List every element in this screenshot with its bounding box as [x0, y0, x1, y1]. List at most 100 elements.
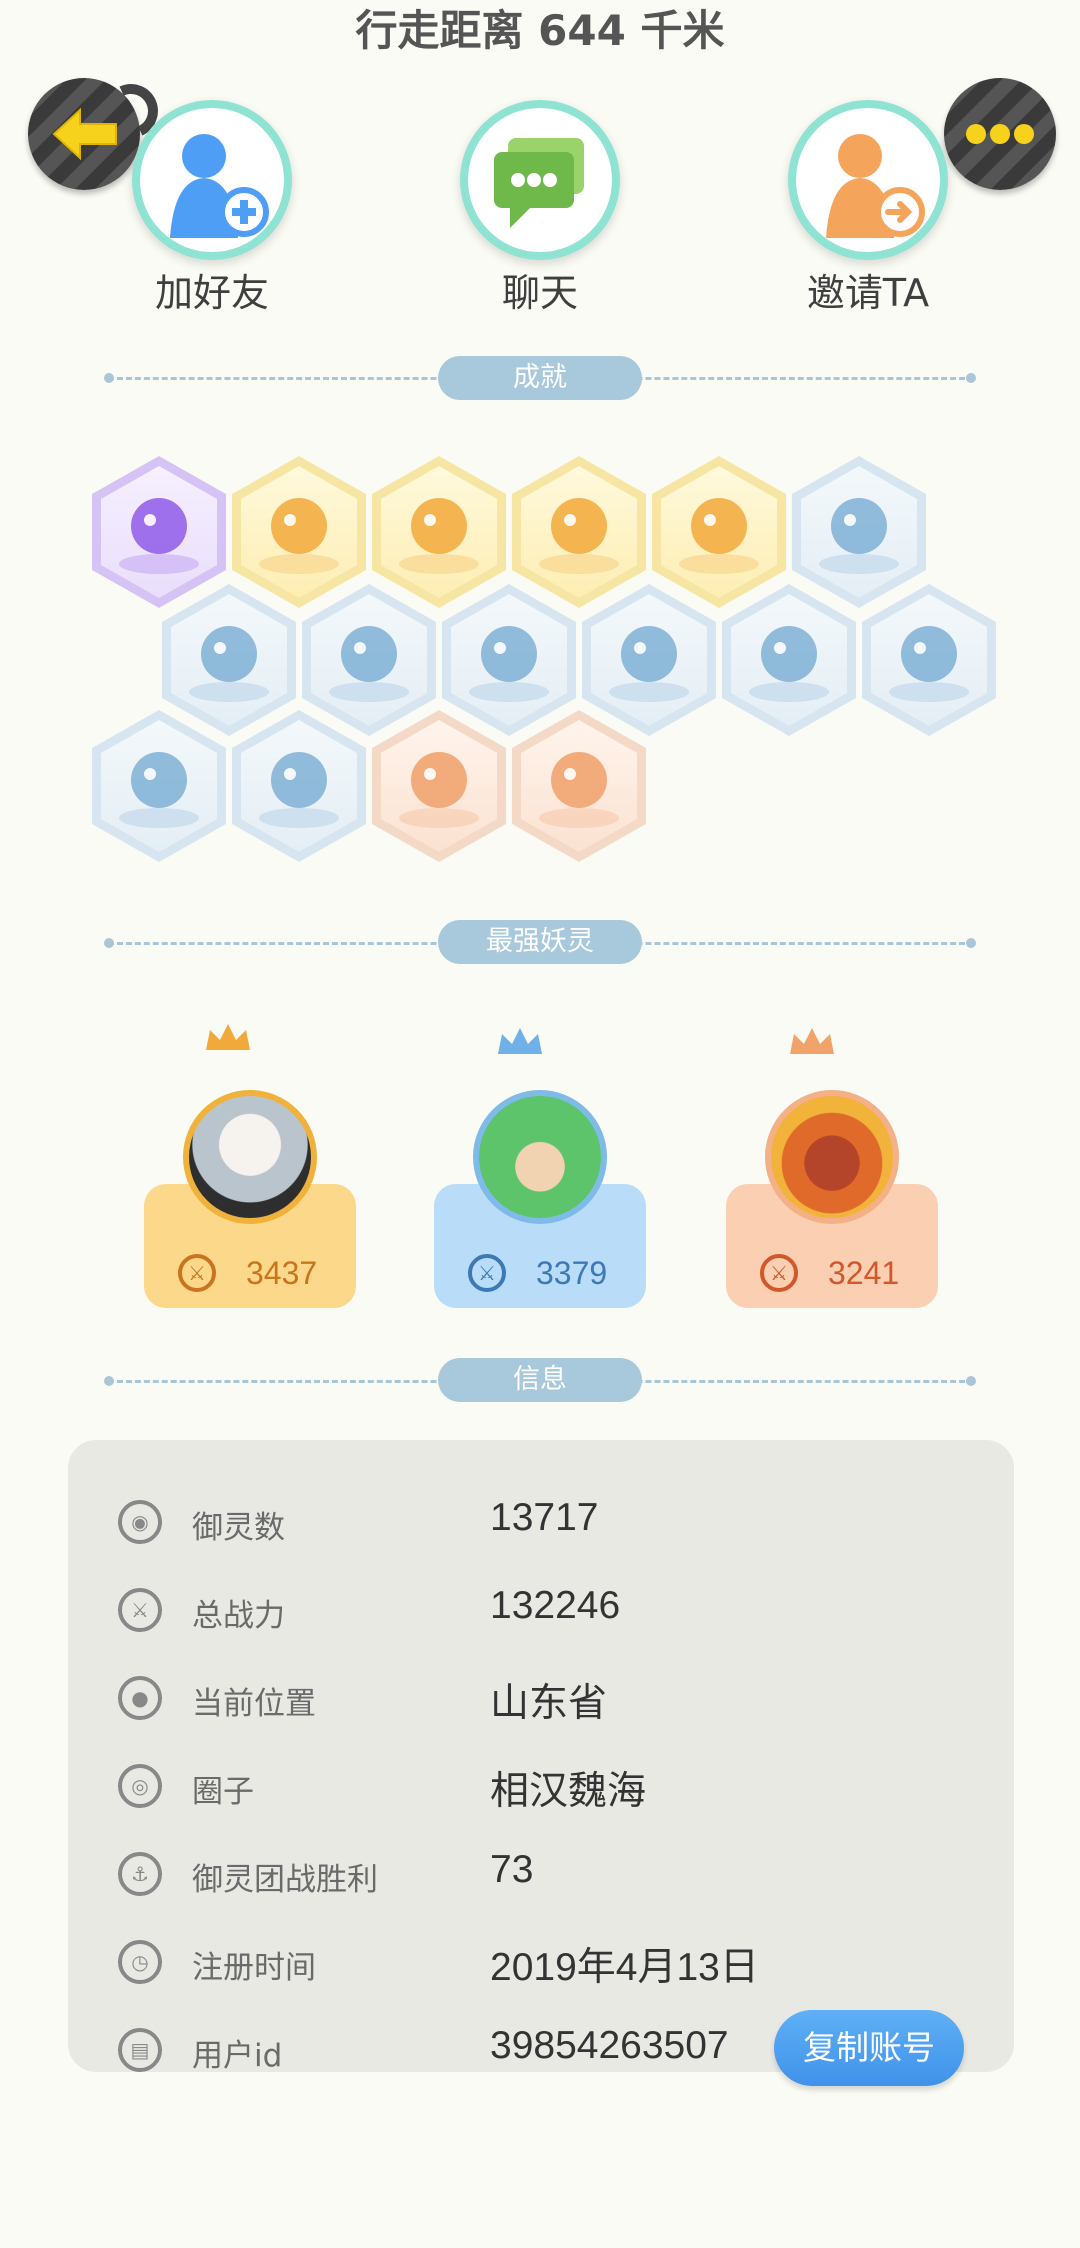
info-row-total-power: ⚔ 总战力 132246: [68, 1566, 1014, 1654]
sword-icon: ⚔: [178, 1254, 216, 1292]
info-panel: ◉ 御灵数 13717 ⚔ 总战力 132246 ● 当前位置 山东省 ◎ 圈子…: [68, 1440, 1014, 2086]
divider-dot: [104, 938, 114, 948]
more-button[interactable]: [944, 78, 1056, 190]
add-friend-icon: [170, 134, 269, 238]
spirit-power: ⚔ 3437: [144, 1243, 356, 1303]
divider-dot: [966, 1376, 976, 1386]
spirit-power-value: 3437: [246, 1254, 318, 1291]
info-label: 御灵数: [192, 1510, 285, 1546]
info-label: 圈子: [192, 1774, 254, 1810]
info-row-team-battle: ⚓ 御灵团战胜利 73: [68, 1830, 1014, 1918]
purple-cat-badge-icon: [119, 498, 199, 574]
moon-badge-icon: [329, 626, 409, 702]
spirit-power-value: 3379: [536, 1254, 608, 1291]
info-label: 总战力: [192, 1598, 285, 1634]
achievement-badge[interactable]: [232, 710, 366, 862]
chat-button[interactable]: [460, 100, 620, 260]
cat-silhouette-badge-icon: [259, 752, 339, 828]
info-header: 信息: [438, 1358, 642, 1402]
achievement-badge[interactable]: [792, 456, 926, 608]
spirit-statue-badge-icon: [609, 626, 689, 702]
spirit-power: ⚔ 3241: [726, 1243, 938, 1303]
strongest-header: 最强妖灵: [438, 920, 642, 964]
gold-yinyang-book-badge-icon: [539, 498, 619, 574]
info-label: 御灵团战胜利: [192, 1862, 378, 1898]
divider-dot: [966, 938, 976, 948]
team-battle-icon: ⚓: [118, 1852, 162, 1896]
info-label: 注册时间: [192, 1950, 316, 1986]
divider-dot: [104, 373, 114, 383]
info-value: 39854263507: [490, 2024, 729, 2067]
sword-icon: ⚔: [468, 1254, 506, 1292]
crown-icon: [790, 1028, 834, 1054]
achievement-badge[interactable]: [512, 456, 646, 608]
achievement-badge[interactable]: [372, 456, 506, 608]
invite-label: 邀请TA: [806, 271, 930, 315]
info-row-spirit-count: ◉ 御灵数 13717: [68, 1478, 1014, 1566]
spirit-power-value: 3241: [828, 1254, 900, 1291]
gold-fox-badge-icon: [679, 498, 759, 574]
crystal-badge-icon: [469, 626, 549, 702]
info-value: 山东省: [490, 1682, 608, 1725]
chat-icon: [494, 138, 584, 228]
achievement-badge[interactable]: [512, 710, 646, 862]
achievement-badge[interactable]: [372, 710, 506, 862]
shield-badge-icon: [119, 752, 199, 828]
ox-statue-badge-icon: [539, 752, 619, 828]
sword-icon: ⚔: [760, 1254, 798, 1292]
dragon-koi-badge-icon: [399, 752, 479, 828]
copy-account-button[interactable]: 复制账号: [774, 2010, 964, 2086]
achievement-badge[interactable]: [722, 584, 856, 736]
more-dots-icon: [966, 124, 1034, 144]
info-label: 当前位置: [192, 1686, 316, 1722]
add-friend-label: 加好友: [154, 271, 269, 315]
walk-distance-title: 行走距离 644 千米: [355, 6, 725, 55]
sneaker-badge-icon: [819, 498, 899, 574]
info-row-location: ● 当前位置 山东省: [68, 1654, 1014, 1742]
achievement-badge[interactable]: [582, 584, 716, 736]
divider-dot: [966, 373, 976, 383]
gold-yinyang-swirl-badge-icon: [399, 498, 479, 574]
user-id-icon: ▤: [118, 2028, 162, 2072]
spirit-avatar[interactable]: [765, 1090, 899, 1224]
spirit-count-icon: ◉: [118, 1500, 162, 1544]
cat-balloon-badge-icon: [889, 626, 969, 702]
gold-orb-badge-icon: [259, 498, 339, 574]
chat-label: 聊天: [501, 271, 578, 315]
add-friend-button[interactable]: [132, 100, 292, 260]
back-button[interactable]: [28, 78, 140, 190]
invite-button[interactable]: [788, 100, 948, 260]
achievement-badge[interactable]: [652, 456, 786, 608]
location-pin-icon: ●: [118, 1676, 162, 1720]
achievement-badge[interactable]: [162, 584, 296, 736]
spirit-avatar[interactable]: [183, 1090, 317, 1224]
info-value: 73: [490, 1848, 534, 1891]
clock-icon: ◷: [118, 1940, 162, 1984]
crown-icon: [206, 1024, 250, 1050]
info-value: 2019年4月13日: [490, 1946, 759, 1989]
radar-badge-icon: [189, 626, 269, 702]
cat-cart-badge-icon: [749, 626, 829, 702]
spirit-power: ⚔ 3379: [434, 1243, 646, 1303]
invite-icon: [826, 134, 925, 238]
info-label: 用户id: [192, 2038, 283, 2074]
achievement-badge[interactable]: [302, 584, 436, 736]
achievement-badge[interactable]: [92, 710, 226, 862]
achievement-badge[interactable]: [862, 584, 996, 736]
achievement-badge[interactable]: [442, 584, 576, 736]
circle-group-icon: ◎: [118, 1764, 162, 1808]
achievement-badge[interactable]: [232, 456, 366, 608]
arrow-left-icon: [52, 107, 117, 161]
achievement-badge[interactable]: [92, 456, 226, 608]
info-row-user-id: ▤ 用户id 39854263507 复制账号: [68, 2006, 1014, 2094]
crown-icon: [498, 1028, 542, 1054]
info-row-register-time: ◷ 注册时间 2019年4月13日: [68, 1918, 1014, 2006]
divider-dot: [104, 1376, 114, 1386]
sword-power-icon: ⚔: [118, 1588, 162, 1632]
spirit-avatar[interactable]: [473, 1090, 607, 1224]
info-value: 13717: [490, 1496, 599, 1539]
info-row-circle: ◎ 圈子 相汉魏海: [68, 1742, 1014, 1830]
info-value: 相汉魏海: [490, 1770, 647, 1813]
achievements-header: 成就: [438, 356, 642, 400]
info-value: 132246: [490, 1584, 621, 1627]
